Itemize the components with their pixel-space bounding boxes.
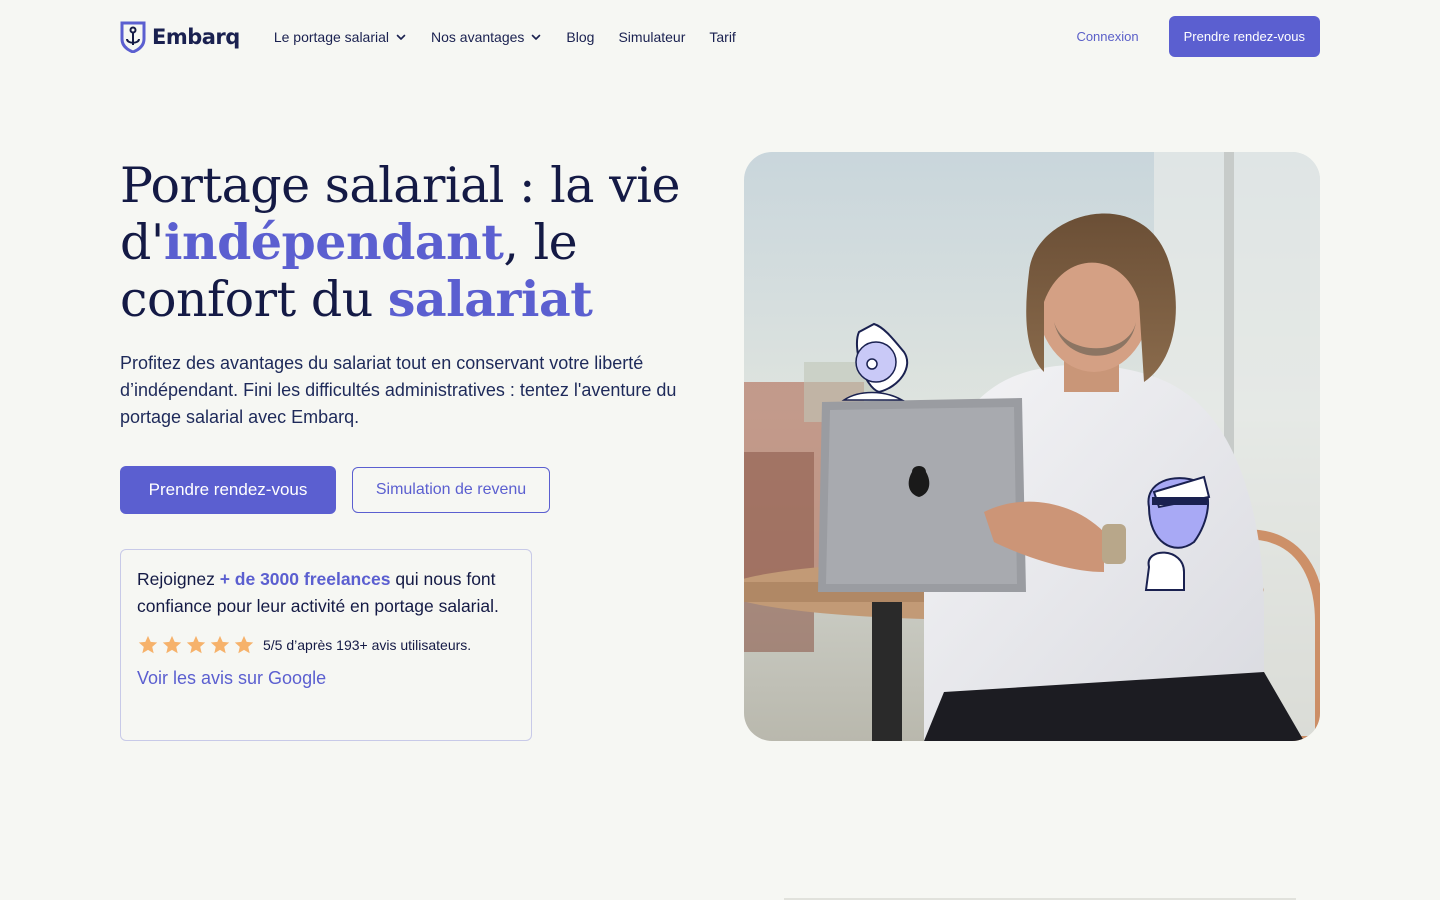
nav-item-label: Simulateur [618,28,686,45]
star-icon [138,635,158,654]
rating-text: 5/5 d’après 193+ avis utilisateurs. [263,637,472,653]
login-link[interactable]: Connexion [1076,29,1138,44]
nav-item-label: Blog [566,28,595,45]
book-appointment-nav-button[interactable]: Prendre rendez-vous [1168,16,1320,57]
book-appointment-button[interactable]: Prendre rendez-vous [120,466,336,514]
star-icon [210,635,230,654]
nav-item-label: Tarif [709,28,736,45]
google-reviews-link[interactable]: Voir les avis sur Google [137,668,326,689]
trust-text: Rejoignez + de 3000 freelances qui nous … [137,566,515,620]
star-icon [234,635,254,654]
trust-card: Rejoignez + de 3000 freelances qui nous … [120,549,532,741]
nav-item-blog[interactable]: Blog [566,29,594,45]
hero-photo [744,152,1320,741]
nav-item-tarif[interactable]: Tarif [709,29,735,45]
main-menu: Le portage salarial Nos avantages Blog S… [274,29,736,45]
revenue-simulation-button[interactable]: Simulation de revenu [352,467,550,513]
nav-item-portage-salarial[interactable]: Le portage salarial [274,29,407,45]
brand-logo[interactable]: Embarq [120,21,240,53]
nav-item-nos-avantages[interactable]: Nos avantages [431,29,542,45]
hero-title: Portage salarial : la vie d'indépendant,… [120,158,720,328]
chevron-down-icon [396,34,406,40]
star-icon [162,635,182,654]
hero-subtitle: Profitez des avantages du salariat tout … [120,353,677,427]
freelancer-count: + de 3000 freelances [219,569,391,589]
chevron-down-icon [532,34,541,40]
rating-row: 5/5 d’après 193+ avis utilisateurs. [137,634,515,656]
hero-title-highlight-independant: indépendant [163,213,504,271]
nav-item-simulateur[interactable]: Simulateur [618,29,685,45]
nav-item-label: Le portage salarial [273,28,390,45]
anchor-shield-logo-icon [120,21,146,53]
nav-item-label: Nos avantages [431,28,525,45]
star-rating [137,634,255,656]
top-navigation: Embarq Le portage salarial Nos avantages… [120,16,1320,57]
brand-name: Embarq [152,24,240,49]
trust-text-before: Rejoignez [137,569,220,589]
star-icon [186,635,206,654]
hero-title-highlight-salariat: salariat [387,270,593,328]
nav-actions: Connexion Prendre rendez-vous [1076,16,1320,57]
